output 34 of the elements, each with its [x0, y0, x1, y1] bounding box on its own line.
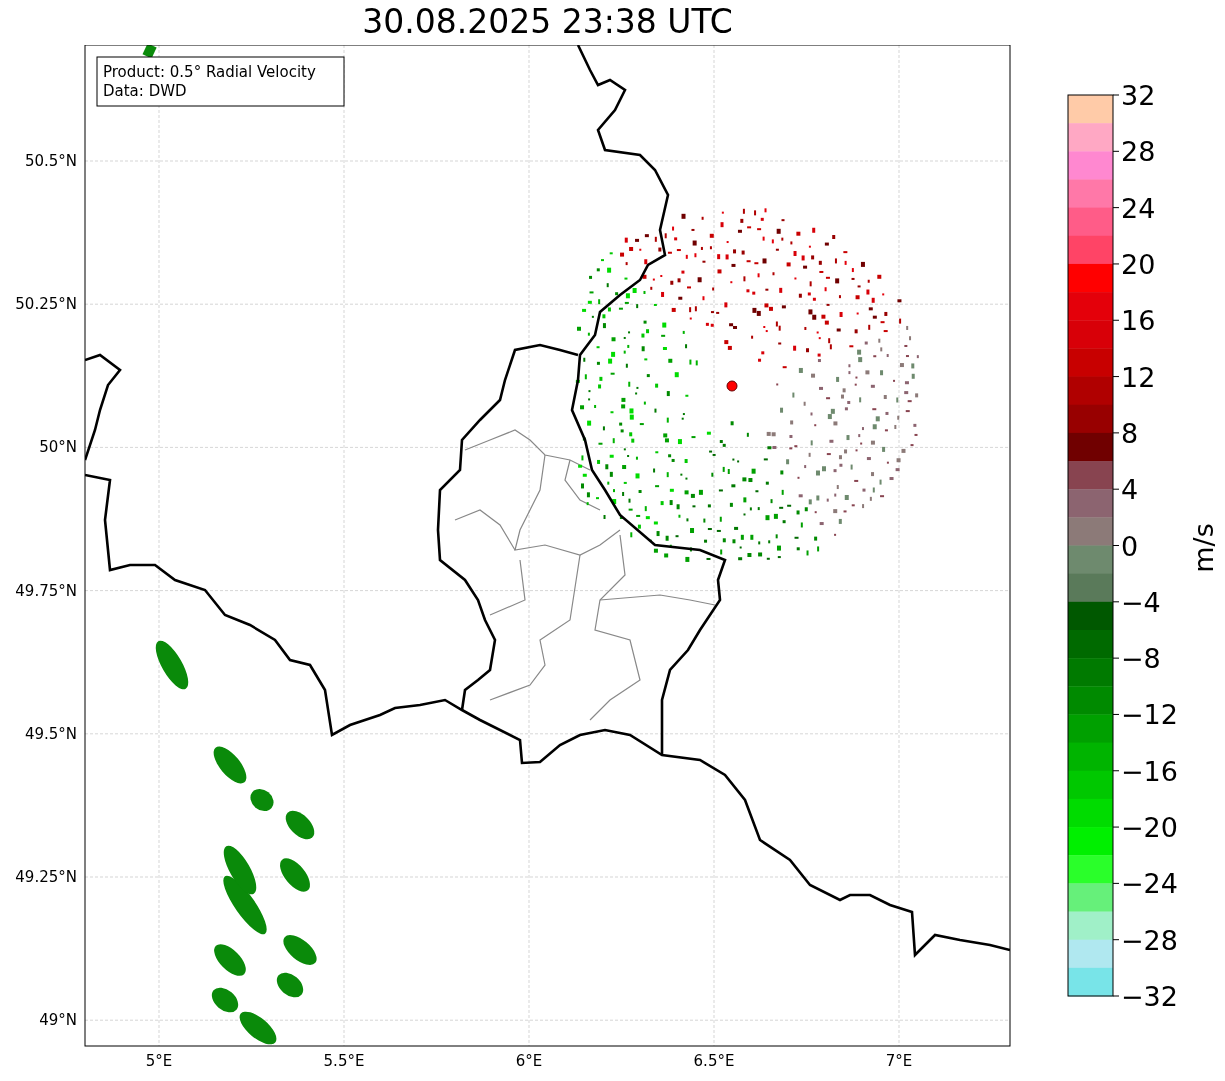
latitude-label: 49.75°N	[15, 581, 77, 600]
radar-site-marker	[726, 380, 738, 392]
colorbar-tick-label: 20	[1121, 248, 1156, 280]
colorbar-unit-label: m/s	[1188, 523, 1219, 573]
colorbar-tick-label: 32	[1121, 80, 1156, 111]
latitude-label: 50°N	[39, 438, 77, 457]
legend-text: Product: 0.5° Radial Velocity	[103, 63, 316, 81]
longitude-label: 6°E	[515, 1052, 543, 1070]
longitude-label: 5.5°E	[323, 1052, 365, 1070]
colorbar-tick-label: 16	[1121, 305, 1156, 337]
colorbar-tick-label: 8	[1121, 417, 1139, 449]
latitude-label: 50.25°N	[15, 295, 77, 314]
colorbar-tick-label: 28	[1121, 136, 1156, 168]
longitude-label: 6.5°E	[693, 1052, 735, 1070]
colorbar-tick-label: −24	[1121, 868, 1178, 900]
colorbar-tick-label: −32	[1121, 981, 1178, 1012]
chart-title: 30.08.2025 23:38 UTC	[362, 2, 733, 42]
colorbar-tick-label: −28	[1121, 924, 1178, 956]
colorbar-tick-label: 12	[1121, 361, 1156, 393]
longitude-label: 7°E	[885, 1052, 913, 1070]
latitude-label: 49°N	[39, 1011, 77, 1030]
colorbar-tick-label: −8	[1121, 643, 1161, 675]
colorbar-tick-label: −16	[1121, 755, 1178, 787]
colorbar-tick-label: 24	[1121, 192, 1156, 224]
colorbar-tick-label: 4	[1121, 474, 1139, 506]
longitude-label: 5°E	[145, 1052, 173, 1070]
latitude-label: 50.5°N	[24, 152, 77, 170]
colorbar-tick-label: −4	[1121, 586, 1161, 618]
latitude-label: 49.5°N	[24, 724, 77, 743]
colorbar-tick-label: −20	[1121, 812, 1178, 844]
colorbar-tick-label: −12	[1121, 699, 1178, 731]
latitude-label: 49.25°N	[15, 868, 77, 886]
legend-text: Data: DWD	[103, 82, 187, 100]
colorbar-tick-label: 0	[1121, 530, 1139, 562]
